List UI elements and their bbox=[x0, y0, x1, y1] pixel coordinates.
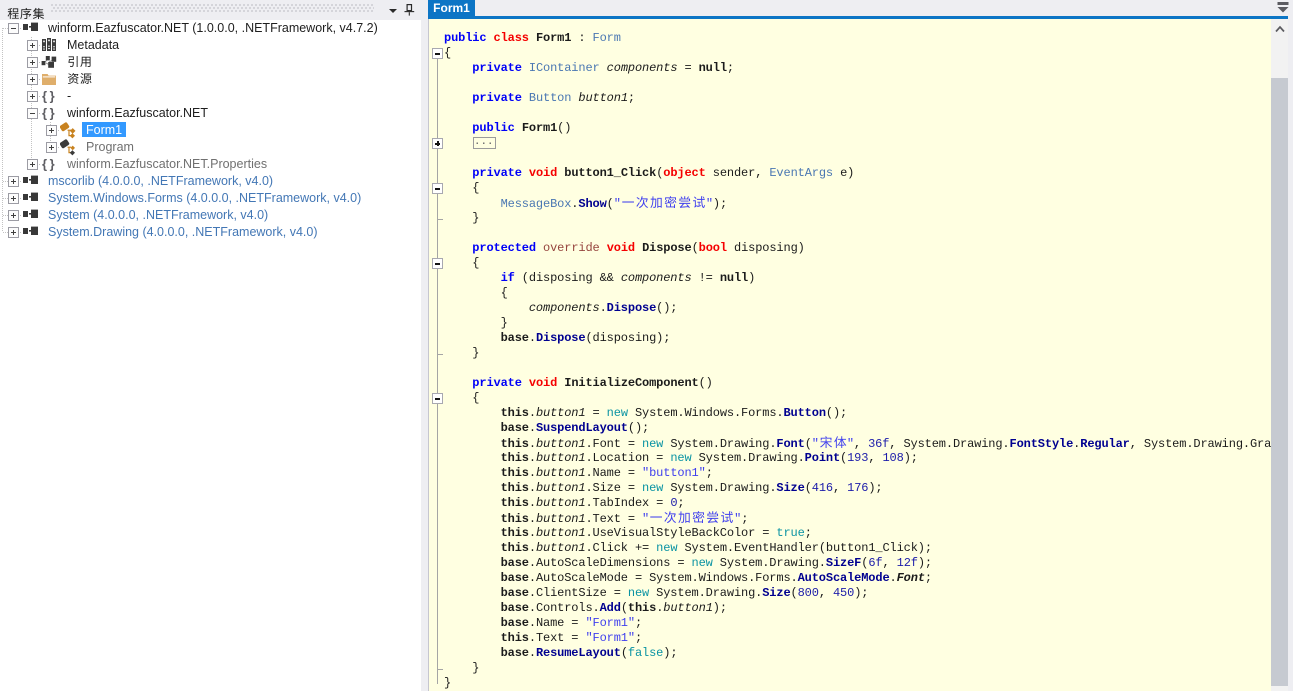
svg-text:{ }: { } bbox=[42, 89, 55, 104]
svg-text:{ }: { } bbox=[42, 157, 55, 172]
svg-text:{ }: { } bbox=[42, 106, 55, 121]
